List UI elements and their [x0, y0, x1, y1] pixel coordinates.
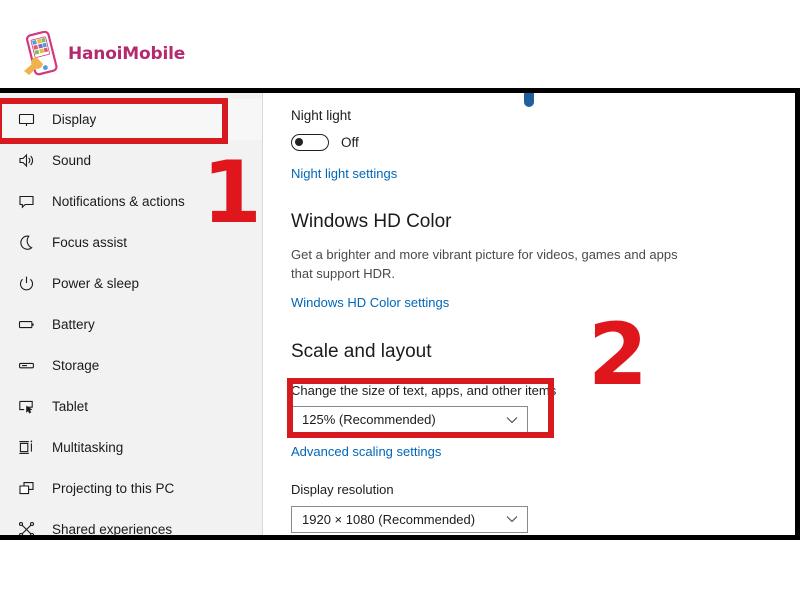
- sidebar-item-label: Multitasking: [52, 440, 124, 455]
- sidebar-item-label: Battery: [52, 317, 95, 332]
- sidebar-item-notifications[interactable]: Notifications & actions: [0, 181, 262, 222]
- windows-hd-color-description: Get a brighter and more vibrant picture …: [291, 247, 678, 281]
- sidebar-item-display[interactable]: Display: [0, 99, 262, 140]
- night-light-settings-link[interactable]: Night light settings: [291, 166, 397, 181]
- sidebar-item-shared-experiences[interactable]: Shared experiences: [0, 509, 262, 537]
- power-icon: [18, 275, 35, 292]
- sidebar-item-label: Sound: [52, 153, 92, 168]
- monitor-icon: [18, 111, 35, 128]
- night-light-toggle-row: Off: [291, 134, 795, 152]
- page-root: HanoiMobile Display Sound Notifications …: [0, 0, 800, 600]
- tablet-icon: [18, 398, 35, 415]
- notification-icon: [18, 193, 35, 210]
- scale-dropdown-value: 125% (Recommended): [302, 412, 436, 428]
- speaker-icon: [18, 152, 35, 169]
- chevron-down-icon: [506, 515, 518, 523]
- sidebar-item-power-sleep[interactable]: Power & sleep: [0, 263, 262, 304]
- smartphone-repair-logo-icon: [22, 30, 62, 77]
- projecting-icon: [18, 480, 35, 497]
- night-light-label: Night light: [291, 108, 352, 123]
- storage-icon: [18, 357, 35, 374]
- moon-icon: [18, 234, 35, 251]
- sidebar-item-label: Notifications & actions: [52, 194, 185, 209]
- brand-logo: HanoiMobile: [22, 30, 185, 78]
- display-settings-panel: Night light Off Night light settings Win…: [263, 93, 795, 535]
- settings-window-screenshot: Display Sound Notifications & actions Fo…: [0, 88, 800, 540]
- sidebar-item-label: Projecting to this PC: [52, 481, 175, 496]
- display-resolution-value: 1920 × 1080 (Recommended): [302, 511, 476, 527]
- display-resolution-label: Display resolution: [291, 482, 394, 498]
- sidebar-item-battery[interactable]: Battery: [0, 304, 262, 345]
- battery-icon: [18, 316, 35, 333]
- sidebar-item-focus-assist[interactable]: Focus assist: [0, 222, 262, 263]
- chevron-down-icon: [506, 416, 518, 424]
- toggle-knob: [295, 138, 303, 147]
- sidebar-item-storage[interactable]: Storage: [0, 345, 262, 386]
- display-resolution-dropdown[interactable]: 1920 × 1080 (Recommended): [291, 505, 528, 533]
- night-light-toggle[interactable]: [291, 134, 329, 152]
- settings-sidebar: Display Sound Notifications & actions Fo…: [0, 93, 263, 535]
- multitasking-icon: [18, 439, 35, 456]
- sidebar-item-projecting[interactable]: Projecting to this PC: [0, 468, 262, 509]
- scale-dropdown[interactable]: 125% (Recommended): [291, 406, 528, 434]
- shared-experiences-icon: [18, 521, 35, 535]
- windows-hd-color-settings-link[interactable]: Windows HD Color settings: [291, 295, 449, 310]
- sidebar-item-label: Tablet: [52, 399, 89, 414]
- sidebar-item-tablet[interactable]: Tablet: [0, 386, 262, 427]
- sidebar-item-multitasking[interactable]: Multitasking: [0, 427, 262, 468]
- scale-label: Change the size of text, apps, and other…: [291, 382, 557, 398]
- sidebar-item-label: Power & sleep: [52, 276, 140, 291]
- sidebar-item-label: Display: [52, 112, 97, 127]
- advanced-scaling-settings-link[interactable]: Advanced scaling settings: [291, 444, 441, 459]
- night-light-toggle-state: Off: [341, 135, 359, 151]
- brand-name: HanoiMobile: [68, 44, 186, 64]
- windows-hd-color-title: Windows HD Color: [291, 211, 452, 233]
- scale-and-layout-title: Scale and layout: [291, 340, 432, 362]
- sidebar-item-sound[interactable]: Sound: [0, 140, 262, 181]
- sidebar-item-label: Shared experiences: [52, 522, 173, 537]
- sidebar-item-label: Storage: [52, 358, 100, 373]
- sidebar-item-label: Focus assist: [52, 235, 128, 250]
